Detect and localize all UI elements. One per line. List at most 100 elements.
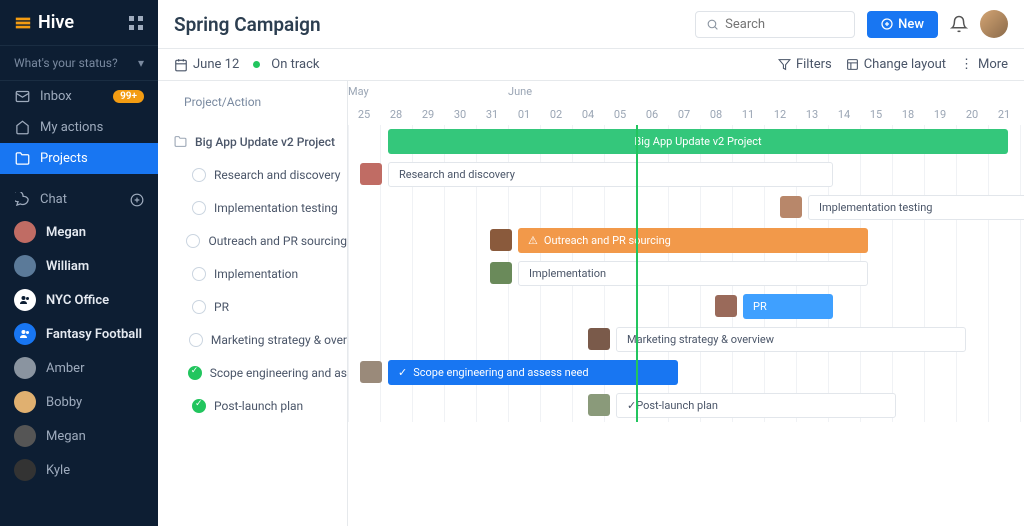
badge: 99+ xyxy=(113,90,144,103)
task-check-icon[interactable] xyxy=(192,399,206,413)
task-check-icon[interactable] xyxy=(192,201,206,215)
search-icon xyxy=(706,18,719,31)
bell-icon[interactable] xyxy=(950,15,968,33)
task-list-header: Project/Action xyxy=(158,81,347,125)
home-icon xyxy=(14,120,30,135)
hive-icon xyxy=(14,14,32,32)
gantt-bar[interactable]: Big App Update v2 Project xyxy=(388,129,1008,154)
day-label: 28 xyxy=(380,108,412,121)
task-list: Project/Action Big App Update v2 Project… xyxy=(158,81,348,526)
apps-icon[interactable] xyxy=(128,15,144,31)
avatar xyxy=(14,255,36,277)
day-label: 11 xyxy=(732,108,764,121)
sidebar-nav-projects[interactable]: Projects xyxy=(0,143,158,174)
filter-icon xyxy=(778,58,791,71)
new-button[interactable]: New xyxy=(867,11,938,38)
gantt-bar[interactable]: Research and discovery xyxy=(388,162,833,187)
day-label: 14 xyxy=(828,108,860,121)
contact-william[interactable]: William xyxy=(0,249,158,283)
contact-fantasy-football[interactable]: Fantasy Football xyxy=(0,317,158,351)
task-check-icon[interactable] xyxy=(192,300,206,314)
task-row[interactable]: Marketing strategy & over xyxy=(158,323,347,356)
subbar: June 12 On track Filters Change layout xyxy=(158,49,1024,81)
brand-logo[interactable]: Hive xyxy=(14,12,74,33)
assignee-avatar[interactable] xyxy=(715,295,737,317)
main: Spring Campaign New xyxy=(158,0,1024,526)
task-row[interactable]: Scope engineering and as xyxy=(158,356,347,389)
date-picker[interactable]: June 12 xyxy=(174,57,239,72)
status-indicator[interactable]: On track xyxy=(253,57,319,72)
plus-icon xyxy=(881,18,893,30)
gantt-bar[interactable]: PR xyxy=(743,294,833,319)
timeline-header: MayJune 25282930310102040506070811121314… xyxy=(348,81,1024,125)
search-input[interactable] xyxy=(725,17,844,32)
gantt-bar[interactable]: Marketing strategy & overview xyxy=(616,327,966,352)
search-box[interactable] xyxy=(695,11,855,38)
sidebar-chat[interactable]: Chat xyxy=(14,192,67,207)
contact-megan[interactable]: Megan xyxy=(0,215,158,249)
avatar xyxy=(14,221,36,243)
check-icon: ✓ xyxy=(627,399,636,412)
contact-bobby[interactable]: Bobby xyxy=(0,385,158,419)
day-label: 01 xyxy=(508,108,540,121)
page-title: Spring Campaign xyxy=(174,13,683,36)
contact-nyc-office[interactable]: NYC Office xyxy=(0,283,158,317)
task-row[interactable]: Implementation testing xyxy=(158,191,347,224)
task-check-icon[interactable] xyxy=(192,168,206,182)
assignee-avatar[interactable] xyxy=(588,328,610,350)
assignee-avatar[interactable] xyxy=(360,163,382,185)
day-label: 22 xyxy=(1020,108,1024,121)
assignee-avatar[interactable] xyxy=(360,361,382,383)
task-check-icon[interactable] xyxy=(192,267,206,281)
chat-icon xyxy=(14,192,30,207)
day-label: 04 xyxy=(572,108,604,121)
gantt-bar[interactable]: Implementation xyxy=(518,261,868,286)
task-row[interactable]: PR xyxy=(158,290,347,323)
task-check-icon[interactable] xyxy=(189,333,203,347)
add-chat-icon[interactable] xyxy=(130,193,144,207)
day-label: 21 xyxy=(988,108,1020,121)
day-label: 02 xyxy=(540,108,572,121)
more-button[interactable]: ⋮ More xyxy=(960,57,1008,72)
task-row[interactable]: Post-launch plan xyxy=(158,389,347,422)
task-row[interactable]: Outreach and PR sourcing xyxy=(158,224,347,257)
timeline[interactable]: MayJune 25282930310102040506070811121314… xyxy=(348,81,1024,526)
folder-icon xyxy=(14,151,30,166)
today-line xyxy=(636,125,638,422)
topbar: Spring Campaign New xyxy=(158,0,1024,49)
assignee-avatar[interactable] xyxy=(588,394,610,416)
group-icon xyxy=(14,289,36,311)
day-label: 25 xyxy=(348,108,380,121)
assignee-avatar[interactable] xyxy=(490,262,512,284)
change-layout-button[interactable]: Change layout xyxy=(846,57,946,72)
status-prompt[interactable]: What's your status? ▾ xyxy=(0,45,158,81)
task-row[interactable]: Research and discovery xyxy=(158,158,347,191)
gantt-bar[interactable]: ⚠Outreach and PR sourcing xyxy=(518,228,868,253)
contact-megan[interactable]: Megan xyxy=(0,419,158,453)
profile-avatar[interactable] xyxy=(980,10,1008,38)
assignee-avatar[interactable] xyxy=(780,196,802,218)
gantt-bar[interactable]: ✓Scope engineering and assess need xyxy=(388,360,678,385)
filters-button[interactable]: Filters xyxy=(778,57,832,72)
group-icon xyxy=(14,323,36,345)
contact-kyle[interactable]: Kyle xyxy=(0,453,158,487)
day-label: 07 xyxy=(668,108,700,121)
gantt-bar[interactable]: Implementation testing xyxy=(808,195,1024,220)
task-row[interactable]: Implementation xyxy=(158,257,347,290)
task-check-icon[interactable] xyxy=(186,234,200,248)
chevron-down-icon: ▾ xyxy=(138,56,144,70)
contact-amber[interactable]: Amber xyxy=(0,351,158,385)
status-dot-icon xyxy=(253,61,260,68)
sidebar: Hive What's your status? ▾ Inbox99+My ac… xyxy=(0,0,158,526)
layout-icon xyxy=(846,58,859,71)
day-label: 29 xyxy=(412,108,444,121)
sidebar-nav-my-actions[interactable]: My actions xyxy=(0,112,158,143)
gantt-bar[interactable]: ✓Post-launch plan xyxy=(616,393,896,418)
assignee-avatar[interactable] xyxy=(490,229,512,251)
task-row[interactable]: Big App Update v2 Project xyxy=(158,125,347,158)
sidebar-nav-inbox[interactable]: Inbox99+ xyxy=(0,81,158,112)
avatar xyxy=(14,459,36,481)
task-check-icon[interactable] xyxy=(188,366,202,380)
month-label: June xyxy=(508,85,532,98)
check-icon: ✓ xyxy=(398,366,407,379)
